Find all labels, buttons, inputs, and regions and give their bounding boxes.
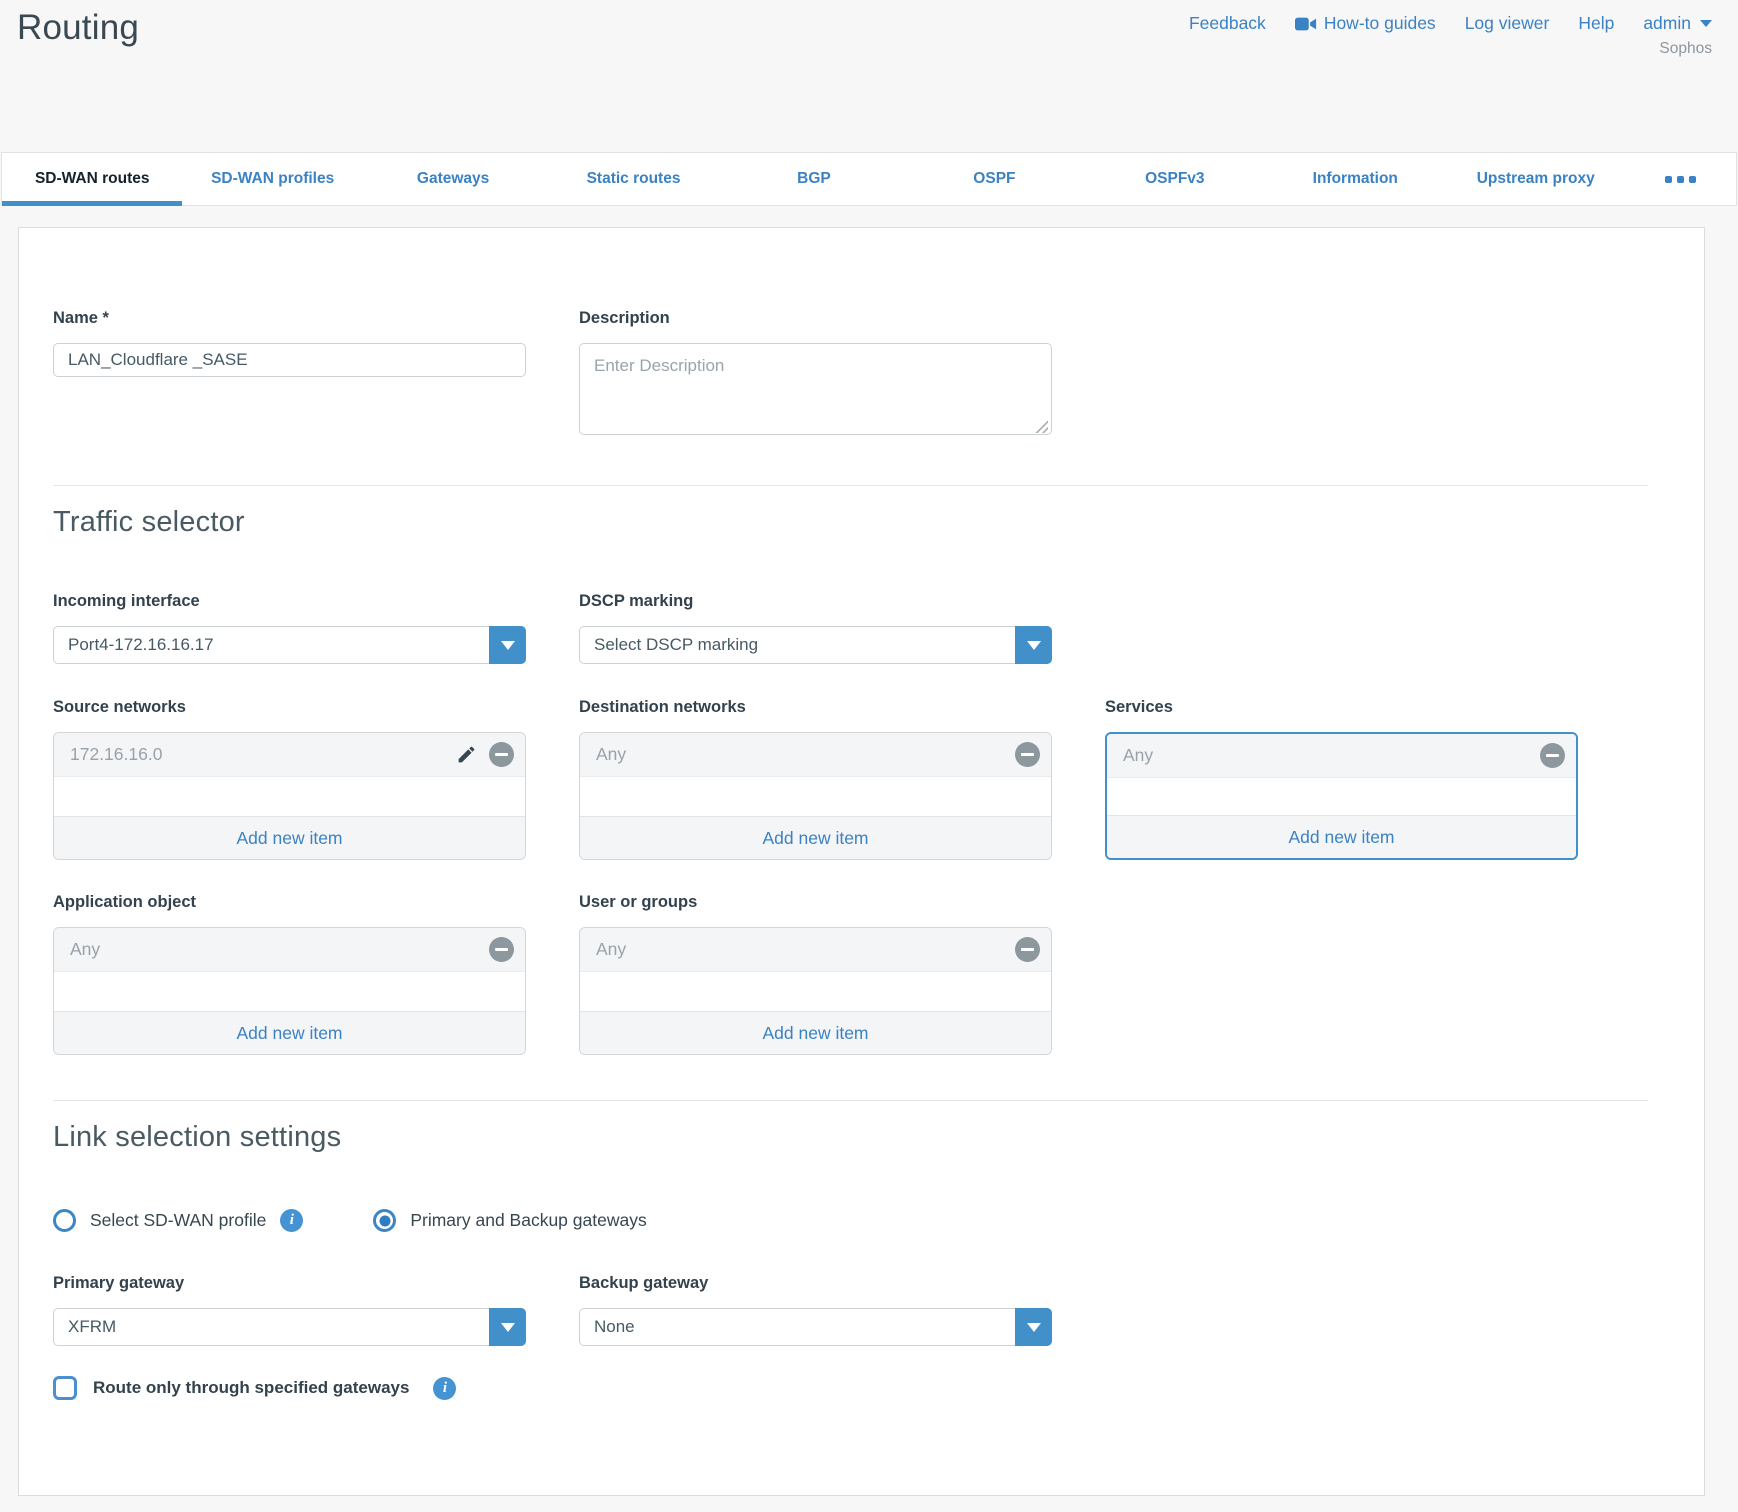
header: Routing Feedback How-to guides Log viewe… (0, 0, 1738, 152)
feedback-link[interactable]: Feedback (1189, 13, 1266, 34)
route-only-row: Route only through specified gateways i (53, 1376, 1670, 1400)
application-object-label: Application object (53, 893, 526, 912)
admin-menu[interactable]: admin (1643, 13, 1712, 34)
tab-bgp[interactable]: BGP (724, 153, 904, 205)
dropdown-button[interactable] (1015, 1308, 1052, 1346)
destination-networks-label: Destination networks (579, 698, 1052, 717)
application-object-group: Application object Any Add new item (53, 893, 526, 1055)
list-item: 172.16.16.0 (54, 733, 525, 777)
description-field-group: Description (579, 309, 1052, 440)
info-icon[interactable]: i (280, 1209, 303, 1232)
remove-icon[interactable] (1015, 937, 1040, 962)
chevron-down-icon (1700, 20, 1712, 27)
divider (53, 1100, 1648, 1101)
user-or-groups-group: User or groups Any Add new item (579, 893, 1052, 1055)
radio-label: Select SD-WAN profile (90, 1210, 266, 1231)
edit-icon[interactable] (456, 744, 477, 765)
ellipsis-icon (1677, 176, 1684, 183)
primary-gateway-label: Primary gateway (53, 1274, 526, 1293)
remove-icon[interactable] (1015, 742, 1040, 767)
description-input[interactable] (579, 343, 1052, 435)
howto-guides-link[interactable]: How-to guides (1295, 13, 1436, 34)
services-box: Any Add new item (1105, 732, 1578, 860)
name-input[interactable] (53, 343, 526, 377)
divider (53, 485, 1648, 486)
tab-sdwan-profiles[interactable]: SD-WAN profiles (182, 153, 362, 205)
remove-icon[interactable] (489, 742, 514, 767)
more-tabs-button[interactable] (1626, 153, 1736, 205)
incoming-interface-label: Incoming interface (53, 592, 526, 611)
chevron-down-icon (1027, 641, 1041, 650)
user-or-groups-box: Any Add new item (579, 927, 1052, 1055)
description-label: Description (579, 309, 1052, 328)
info-icon[interactable]: i (433, 1377, 456, 1400)
tab-gateways[interactable]: Gateways (363, 153, 543, 205)
dscp-marking-group: DSCP marking Select DSCP marking (579, 592, 1052, 664)
radio-primary-backup-gateways[interactable] (373, 1209, 396, 1232)
dscp-marking-select[interactable]: Select DSCP marking (579, 626, 1052, 664)
source-networks-box: 172.16.16.0 Add new item (53, 732, 526, 860)
user-or-groups-label: User or groups (579, 893, 1052, 912)
link-selection-heading: Link selection settings (53, 1117, 1670, 1157)
add-new-item-button[interactable]: Add new item (54, 816, 525, 859)
header-right: Feedback How-to guides Log viewer Help a… (1189, 13, 1712, 58)
tab-upstream-proxy[interactable]: Upstream proxy (1446, 153, 1626, 205)
tab-ospf[interactable]: OSPF (904, 153, 1084, 205)
tab-ospfv3[interactable]: OSPFv3 (1085, 153, 1265, 205)
page-title: Routing (17, 8, 139, 48)
remove-icon[interactable] (1540, 743, 1565, 768)
services-label: Services (1105, 698, 1578, 717)
source-networks-group: Source networks 172.16.16.0 Add new item (53, 698, 526, 860)
backup-gateway-label: Backup gateway (579, 1274, 1052, 1293)
remove-icon[interactable] (489, 937, 514, 962)
list-item: Any (1107, 734, 1576, 778)
incoming-interface-select[interactable]: Port4-172.16.16.17 (53, 626, 526, 664)
log-viewer-link[interactable]: Log viewer (1465, 13, 1550, 34)
add-new-item-button[interactable]: Add new item (54, 1011, 525, 1054)
chevron-down-icon (501, 1323, 515, 1332)
source-networks-label: Source networks (53, 698, 526, 717)
link-selection-radio-group: Select SD-WAN profile i Primary and Back… (53, 1209, 1670, 1232)
dscp-marking-label: DSCP marking (579, 592, 1052, 611)
sdwan-route-form: Name * Description Traffic selector Inco… (18, 227, 1705, 1496)
backup-gateway-select[interactable]: None (579, 1308, 1052, 1346)
list-item: Any (580, 733, 1051, 777)
tab-information[interactable]: Information (1265, 153, 1445, 205)
ellipsis-icon (1689, 176, 1696, 183)
backup-gateway-group: Backup gateway None (579, 1274, 1052, 1346)
primary-gateway-group: Primary gateway XFRM (53, 1274, 526, 1346)
application-object-box: Any Add new item (53, 927, 526, 1055)
services-group: Services Any Add new item (1105, 698, 1578, 860)
header-links: Feedback How-to guides Log viewer Help a… (1189, 13, 1712, 34)
destination-networks-group: Destination networks Any Add new item (579, 698, 1052, 860)
radio-select-sdwan-profile[interactable] (53, 1209, 76, 1232)
route-only-checkbox[interactable] (53, 1376, 77, 1400)
incoming-interface-group: Incoming interface Port4-172.16.16.17 (53, 592, 526, 664)
name-label: Name * (53, 309, 526, 328)
tab-sdwan-routes[interactable]: SD-WAN routes (2, 153, 182, 205)
route-only-label: Route only through specified gateways (93, 1378, 409, 1398)
tab-bar: SD-WAN routes SD-WAN profiles Gateways S… (1, 152, 1737, 206)
chevron-down-icon (1027, 1323, 1041, 1332)
list-item: Any (580, 928, 1051, 972)
dropdown-button[interactable] (489, 626, 526, 664)
radio-label: Primary and Backup gateways (410, 1210, 646, 1231)
ellipsis-icon (1665, 176, 1672, 183)
traffic-selector-heading: Traffic selector (53, 502, 1670, 542)
help-link[interactable]: Help (1578, 13, 1614, 34)
list-item: Any (54, 928, 525, 972)
required-mark: * (103, 309, 109, 327)
dropdown-button[interactable] (489, 1308, 526, 1346)
name-field-group: Name * (53, 309, 526, 377)
tab-static-routes[interactable]: Static routes (543, 153, 723, 205)
chevron-down-icon (501, 641, 515, 650)
add-new-item-button[interactable]: Add new item (580, 1011, 1051, 1054)
video-camera-icon (1295, 16, 1317, 32)
org-name: Sophos (1189, 40, 1712, 58)
add-new-item-button[interactable]: Add new item (1107, 815, 1576, 858)
destination-networks-box: Any Add new item (579, 732, 1052, 860)
primary-gateway-select[interactable]: XFRM (53, 1308, 526, 1346)
dropdown-button[interactable] (1015, 626, 1052, 664)
add-new-item-button[interactable]: Add new item (580, 816, 1051, 859)
